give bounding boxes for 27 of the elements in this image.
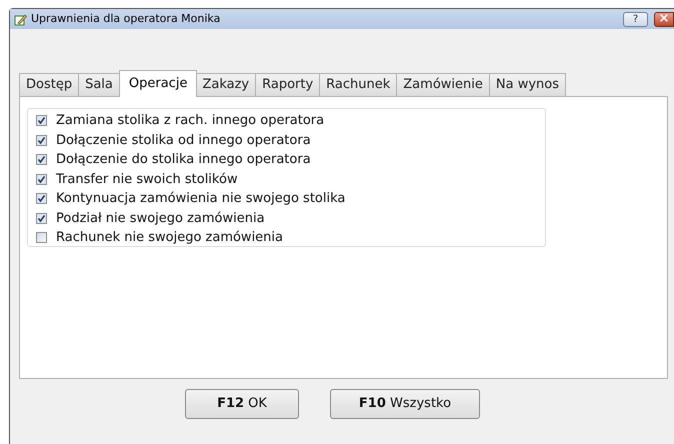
tab[interactable]: Na wynos bbox=[490, 73, 566, 96]
checkbox[interactable] bbox=[36, 174, 47, 185]
tab[interactable]: Zamówienie bbox=[397, 73, 490, 96]
tab[interactable]: Sala bbox=[79, 73, 120, 96]
checkbox[interactable] bbox=[36, 154, 47, 166]
checkbox-label[interactable]: Kontynuacja zamówienia nie swojego stolika bbox=[56, 189, 346, 208]
checkbox-label[interactable]: Podział nie swojego zamówienia bbox=[56, 208, 265, 228]
dialog-button[interactable]: F12 OK bbox=[185, 389, 299, 419]
checkbox[interactable] bbox=[36, 232, 47, 244]
tab[interactable]: Raporty bbox=[256, 73, 320, 96]
checkbox-label[interactable]: Transfer nie swoich stolików bbox=[56, 170, 238, 189]
tab[interactable]: Operacje bbox=[118, 70, 198, 97]
tab[interactable]: Zakazy bbox=[196, 73, 256, 96]
checkbox-label[interactable]: Dołączenie stolika od innego operatora bbox=[56, 130, 311, 150]
pencil-icon bbox=[14, 12, 27, 26]
window-title: Uprawnienia dla operatora Monika bbox=[31, 10, 222, 27]
help-button[interactable]: ? bbox=[623, 12, 648, 26]
checkbox-label[interactable]: Zamiana stolika z rach. innego operatora bbox=[56, 111, 324, 130]
checkbox[interactable] bbox=[36, 134, 47, 146]
checkbox[interactable] bbox=[36, 212, 47, 224]
checkbox-label[interactable]: Dołączenie do stolika innego operatora bbox=[56, 150, 311, 170]
tab[interactable]: Dostęp bbox=[19, 73, 80, 96]
dialog-button[interactable]: F10 Wszystko bbox=[330, 389, 480, 419]
tab[interactable]: Rachunek bbox=[320, 73, 398, 96]
checkbox-label[interactable]: Rachunek nie swojego zamówienia bbox=[56, 228, 283, 248]
checkbox[interactable] bbox=[36, 193, 47, 204]
checkbox[interactable] bbox=[36, 115, 47, 126]
